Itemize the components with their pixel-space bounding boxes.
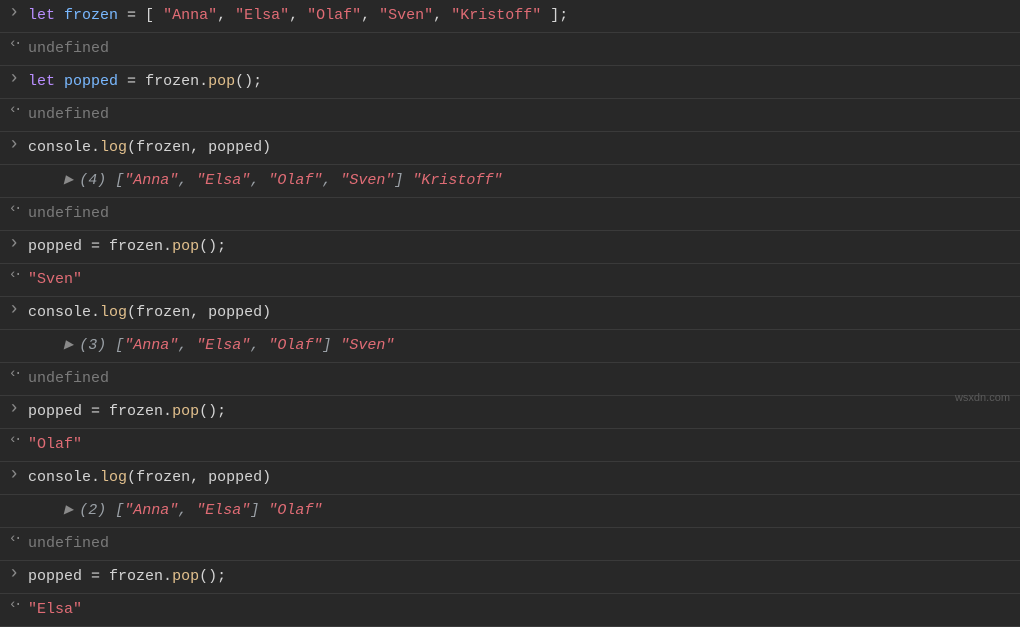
console-input-row[interactable]: let frozen = [ "Anna", "Elsa", "Olaf", "… (0, 0, 1020, 33)
expand-triangle-icon[interactable]: ▶ (64, 336, 73, 355)
code-line: popped = frozen.pop(); (28, 565, 1020, 589)
console-output-row: "Elsa" (0, 594, 1020, 627)
output-icon (0, 598, 28, 612)
output-icon (0, 268, 28, 282)
string-result: "Sven" (28, 271, 82, 288)
undefined-result: undefined (28, 370, 109, 387)
input-prompt-icon (0, 565, 28, 583)
console-output-row: undefined (0, 198, 1020, 231)
string-result: "Elsa" (28, 601, 82, 618)
input-prompt-icon (0, 466, 28, 484)
console-log-row: ▶(3) ["Anna", "Elsa", "Olaf"] "Sven" (0, 330, 1020, 363)
console-input-row[interactable]: popped = frozen.pop(); (0, 561, 1020, 594)
undefined-result: undefined (28, 106, 109, 123)
output-icon (0, 202, 28, 216)
input-prompt-icon (0, 4, 28, 22)
console-input-row[interactable]: popped = frozen.pop(); (0, 231, 1020, 264)
string-result: "Olaf" (28, 436, 82, 453)
undefined-result: undefined (28, 535, 109, 552)
console-input-row[interactable]: console.log(frozen, popped) (0, 132, 1020, 165)
output-icon (0, 367, 28, 381)
code-line: console.log(frozen, popped) (28, 301, 1020, 325)
array-preview[interactable]: ▶(2) ["Anna", "Elsa"] "Olaf" (28, 499, 1020, 523)
console-output-row: undefined (0, 33, 1020, 66)
watermark-text: wsxdn.com (955, 390, 1010, 408)
console-output-row: "Sven" (0, 264, 1020, 297)
code-line: let frozen = [ "Anna", "Elsa", "Olaf", "… (28, 4, 1020, 28)
code-line: console.log(frozen, popped) (28, 466, 1020, 490)
output-icon (0, 532, 28, 546)
undefined-result: undefined (28, 205, 109, 222)
console-input-row[interactable]: let popped = frozen.pop(); (0, 66, 1020, 99)
input-prompt-icon (0, 136, 28, 154)
console-log-row: ▶(4) ["Anna", "Elsa", "Olaf", "Sven"] "K… (0, 165, 1020, 198)
input-prompt-icon (0, 235, 28, 253)
console-input-row[interactable]: console.log(frozen, popped) (0, 462, 1020, 495)
console-input-row[interactable]: popped = frozen.pop(); (0, 396, 1020, 429)
console-input-row[interactable]: console.log(frozen, popped) (0, 297, 1020, 330)
output-icon (0, 433, 28, 447)
output-icon (0, 103, 28, 117)
code-line: popped = frozen.pop(); (28, 235, 1020, 259)
input-prompt-icon (0, 70, 28, 88)
output-icon (0, 37, 28, 51)
input-prompt-icon (0, 400, 28, 418)
array-preview[interactable]: ▶(4) ["Anna", "Elsa", "Olaf", "Sven"] "K… (28, 169, 1020, 193)
undefined-result: undefined (28, 40, 109, 57)
input-prompt-icon (0, 301, 28, 319)
code-line: popped = frozen.pop(); (28, 400, 1020, 424)
code-line: console.log(frozen, popped) (28, 136, 1020, 160)
array-preview[interactable]: ▶(3) ["Anna", "Elsa", "Olaf"] "Sven" (28, 334, 1020, 358)
code-line: let popped = frozen.pop(); (28, 70, 1020, 94)
console-output-row: undefined (0, 363, 1020, 396)
console-log-row: ▶(2) ["Anna", "Elsa"] "Olaf" (0, 495, 1020, 528)
console-output-row: undefined (0, 528, 1020, 561)
expand-triangle-icon[interactable]: ▶ (64, 501, 73, 520)
expand-triangle-icon[interactable]: ▶ (64, 171, 73, 190)
console-output-row: undefined (0, 99, 1020, 132)
console-output-row: "Olaf" (0, 429, 1020, 462)
